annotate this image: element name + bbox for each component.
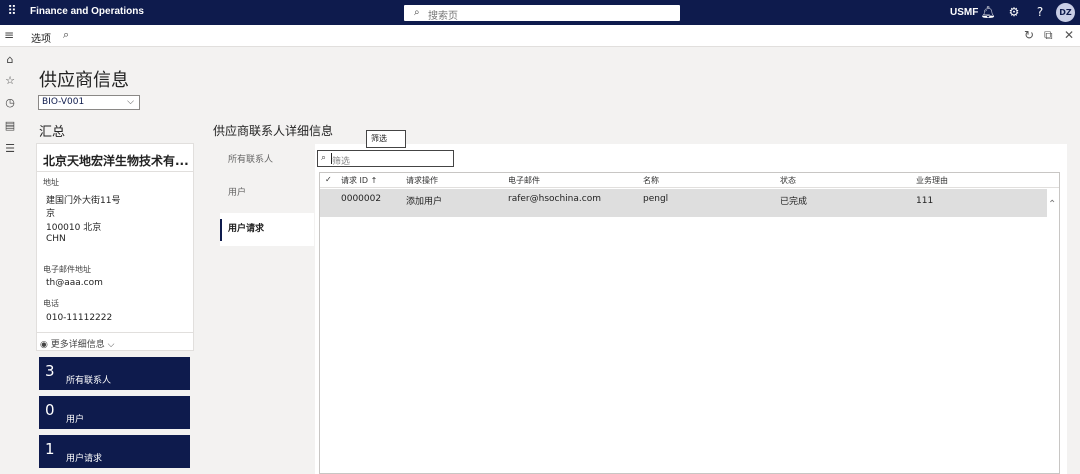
- column-header-status[interactable]: 状态: [780, 175, 796, 186]
- cell-status: 已完成: [780, 197, 808, 207]
- user-requests-grid: ✓ 请求 ID ↑ 请求操作 电子邮件 名称 状态 业务理由 0000002 添…: [319, 172, 1060, 474]
- open-new-window-icon[interactable]: ⧉: [1044, 28, 1053, 43]
- column-header-email[interactable]: 电子邮件: [508, 175, 540, 186]
- close-icon[interactable]: ✕: [1064, 28, 1074, 42]
- column-header-request-id[interactable]: 请求 ID ↑: [341, 175, 377, 186]
- star-icon[interactable]: ☆: [3, 74, 17, 88]
- refresh-icon[interactable]: ↻: [1024, 28, 1034, 42]
- divider: [37, 332, 193, 333]
- tile-users[interactable]: 0 用户: [39, 396, 190, 429]
- cell-request-action: 添加用户: [406, 197, 443, 207]
- tile-label: 所有联系人: [66, 376, 112, 386]
- address-line: 建国门外大街11号: [46, 196, 121, 206]
- address-label: 地址: [43, 178, 59, 187]
- company-picker[interactable]: USMF: [950, 7, 978, 18]
- page-title: 供应商信息: [39, 70, 129, 91]
- app-title[interactable]: Finance and Operations: [30, 6, 144, 17]
- search-placeholder: 搜索页: [428, 11, 458, 22]
- select-all-check-icon[interactable]: ✓: [325, 175, 332, 184]
- help-icon[interactable]: ?: [1032, 4, 1048, 20]
- options-button[interactable]: 选项: [31, 30, 51, 45]
- tile-label: 用户: [66, 415, 85, 425]
- top-nav-bar: ⠿ Finance and Operations ⌕ 搜索页 USMF 🔔︎ ⚙…: [0, 0, 1080, 25]
- tile-user-requests[interactable]: 1 用户请求: [39, 435, 190, 468]
- bell-icon[interactable]: 🔔︎: [980, 4, 996, 20]
- avatar[interactable]: DZ: [1056, 3, 1075, 22]
- summary-card: 北京天地宏洋生物技术有... 地址 建国门外大街11号 京 100010 北京 …: [36, 143, 194, 351]
- tab-users[interactable]: 用户: [220, 177, 314, 210]
- grid-header: ✓ 请求 ID ↑ 请求操作 电子邮件 名称 状态 业务理由: [320, 173, 1059, 188]
- phone-label: 电话: [43, 299, 59, 308]
- vendor-name: 北京天地宏洋生物技术有...: [43, 154, 189, 168]
- eye-icon: ◉: [40, 340, 48, 350]
- action-bar: ≡ 选项 ⌕ ↻ ⧉ ✕: [0, 25, 1080, 47]
- more-details-link[interactable]: ◉ 更多详细信息 ⌵: [40, 337, 114, 350]
- tile-count: 0: [45, 401, 55, 419]
- more-details-label: 更多详细信息: [50, 340, 105, 350]
- vendor-select-value: BIO-V001: [42, 97, 85, 107]
- modules-list-icon[interactable]: ☰: [3, 142, 17, 156]
- tile-count: 1: [45, 440, 55, 458]
- tile-label: 用户请求: [66, 454, 103, 464]
- filter-tooltip: 筛选: [366, 130, 406, 148]
- summary-heading: 汇总: [39, 125, 66, 140]
- email-value[interactable]: th@aaa.com: [46, 278, 103, 288]
- vertical-tabs: 所有联系人 用户 用户请求: [213, 144, 315, 474]
- nav-rail: ⌂ ☆ ◷ ▤ ☰: [0, 47, 20, 474]
- filter-input[interactable]: ⌕ 筛选: [317, 150, 454, 167]
- tile-count: 3: [45, 362, 55, 380]
- global-search-input[interactable]: ⌕ 搜索页: [404, 5, 680, 22]
- column-header-name[interactable]: 名称: [643, 175, 659, 186]
- email-label: 电子邮件地址: [43, 265, 91, 274]
- hamburger-icon[interactable]: ≡: [4, 28, 14, 42]
- column-header-request-action[interactable]: 请求操作: [406, 175, 438, 186]
- column-header-business-reason[interactable]: 业务理由: [916, 175, 948, 186]
- home-icon[interactable]: ⌂: [3, 53, 17, 67]
- tab-user-requests[interactable]: 用户请求: [220, 213, 314, 246]
- scroll-up-icon[interactable]: ⌃: [1048, 199, 1056, 210]
- cell-name: pengl: [643, 194, 669, 204]
- workspace-icon[interactable]: ▤: [3, 119, 17, 133]
- gear-icon[interactable]: ⚙: [1006, 4, 1022, 20]
- address-line: 100010 北京: [46, 223, 102, 233]
- address-line: 京: [46, 209, 56, 219]
- cell-business-reason: 111: [916, 196, 934, 206]
- search-icon: ⌕: [414, 7, 420, 18]
- tab-all-contacts[interactable]: 所有联系人: [220, 144, 314, 177]
- chevron-down-icon: ⌵: [127, 97, 134, 107]
- search-icon: ⌕: [321, 153, 327, 163]
- tile-all-contacts[interactable]: 3 所有联系人: [39, 357, 190, 390]
- contact-details-heading: 供应商联系人详细信息: [213, 124, 334, 138]
- phone-value: 010-11112222: [46, 313, 113, 323]
- cell-request-id: 0000002: [341, 194, 382, 204]
- search-icon[interactable]: ⌕: [63, 28, 69, 42]
- address-line: CHN: [46, 234, 66, 244]
- waffle-icon[interactable]: ⠿: [4, 4, 20, 20]
- chevron-down-icon: ⌵: [107, 340, 115, 350]
- filter-placeholder: 筛选: [332, 157, 351, 167]
- vendor-select[interactable]: BIO-V001 ⌵: [38, 95, 140, 110]
- table-row[interactable]: 0000002 添加用户 rafer@hsochina.com pengl 已完…: [320, 189, 1047, 217]
- divider: [37, 171, 193, 172]
- clock-icon[interactable]: ◷: [3, 96, 17, 110]
- cell-email: rafer@hsochina.com: [508, 194, 601, 204]
